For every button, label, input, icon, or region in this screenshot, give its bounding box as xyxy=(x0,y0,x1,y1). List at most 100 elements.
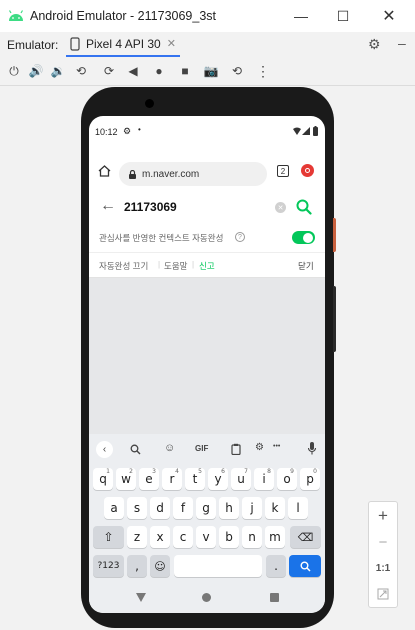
search-input[interactable]: 21173069 xyxy=(124,200,177,214)
snapshot-icon[interactable]: ⟲ xyxy=(229,63,245,79)
zoom-ratio-button[interactable]: 1:1 xyxy=(369,556,397,580)
power-icon[interactable]: ⏻ xyxy=(6,63,22,79)
overview-icon[interactable]: ■ xyxy=(177,63,193,79)
keyboard-collapse-icon[interactable]: ‹ xyxy=(96,441,113,458)
settings-icon[interactable]: ⚙ xyxy=(255,442,264,453)
emulator-tab-row: Emulator: Pixel 4 API 30 ✕ ⚙ – xyxy=(0,32,415,57)
divider: | xyxy=(192,260,195,269)
key-label: l xyxy=(296,501,300,515)
camera-icon[interactable]: 📷 xyxy=(203,63,219,79)
key-m[interactable]: m xyxy=(265,526,285,548)
key-t[interactable]: t5 xyxy=(185,468,205,490)
key-a[interactable]: a xyxy=(104,497,124,519)
key-label: b xyxy=(225,530,233,544)
emoji-key[interactable]: ☺ xyxy=(150,555,170,577)
help-question-icon[interactable]: ? xyxy=(235,232,245,242)
autocomplete-off-link[interactable]: 자동완성 끄기 xyxy=(99,260,148,272)
fit-screen-icon[interactable] xyxy=(369,582,397,606)
signal-icon xyxy=(302,127,310,135)
maximize-button[interactable]: ☐ xyxy=(320,0,366,32)
kb-search-icon[interactable] xyxy=(130,444,141,455)
key-label: z xyxy=(133,530,141,544)
back-icon[interactable]: ◀ xyxy=(125,63,141,79)
volume-down-icon[interactable]: 🔉 xyxy=(50,63,66,79)
autocomplete-option-row: 관심사를 반영한 컨텍스트 자동완성 ? xyxy=(89,226,325,252)
clipboard-icon[interactable] xyxy=(231,443,241,455)
clear-search-icon[interactable]: ✕ xyxy=(275,202,286,213)
key-label: m xyxy=(269,530,281,544)
home-icon[interactable] xyxy=(98,165,111,177)
minimize-button[interactable]: — xyxy=(278,0,324,32)
key-s[interactable]: s xyxy=(127,497,147,519)
key-x[interactable]: x xyxy=(150,526,170,548)
key-hint: 2 xyxy=(129,468,133,475)
key-c[interactable]: c xyxy=(173,526,193,548)
report-link[interactable]: 신고 xyxy=(199,260,215,272)
key-label: c xyxy=(179,530,187,544)
key-h[interactable]: h xyxy=(219,497,239,519)
nav-back-icon[interactable] xyxy=(136,593,146,602)
search-icon[interactable] xyxy=(296,199,312,215)
key-d[interactable]: d xyxy=(150,497,170,519)
key-b[interactable]: b xyxy=(219,526,239,548)
key-o[interactable]: o9 xyxy=(277,468,297,490)
settings-gear-icon[interactable]: ⚙ xyxy=(368,36,381,53)
emoji-sticker-icon[interactable]: ☺ xyxy=(164,442,175,454)
key-label: x xyxy=(156,530,164,544)
space-key[interactable] xyxy=(174,555,262,577)
android-logo-icon xyxy=(8,10,24,21)
search-action-key[interactable] xyxy=(289,555,321,577)
key-f[interactable]: f xyxy=(173,497,193,519)
key-p[interactable]: p0 xyxy=(300,468,320,490)
tab-count: 2 xyxy=(280,166,286,176)
tab-count-button[interactable]: 2 xyxy=(277,165,289,177)
gif-button[interactable]: GIF xyxy=(195,444,208,453)
url-field[interactable]: m.naver.com xyxy=(119,162,267,186)
phone-screen: 10:12 ⚙ • 2 m.naver.com ← 21173069 ✕ 관심사… xyxy=(89,116,325,613)
key-k[interactable]: k xyxy=(265,497,285,519)
nav-home-icon[interactable] xyxy=(202,593,211,602)
key-q[interactable]: q1 xyxy=(93,468,113,490)
nav-recents-icon[interactable] xyxy=(270,593,279,602)
comma-key[interactable]: , xyxy=(127,555,147,577)
close-link[interactable]: 닫기 xyxy=(298,260,314,272)
back-arrow-icon[interactable]: ← xyxy=(100,197,116,215)
power-button xyxy=(333,218,336,252)
minimize-panel-icon[interactable]: – xyxy=(398,35,406,51)
close-window-button[interactable]: ✕ xyxy=(366,0,412,32)
more-options-icon[interactable]: ⋮ xyxy=(255,63,271,79)
backspace-key[interactable]: ⌫ xyxy=(290,526,321,548)
symbols-key[interactable]: ?123 xyxy=(93,555,124,577)
key-v[interactable]: v xyxy=(196,526,216,548)
more-icon[interactable]: ••• xyxy=(273,443,280,450)
window-titlebar: Android Emulator - 21173069_3st — ☐ ✕ xyxy=(0,0,415,32)
rotate-left-icon[interactable]: ⟲ xyxy=(73,63,89,79)
home-icon[interactable]: ● xyxy=(151,63,167,79)
key-y[interactable]: y6 xyxy=(208,468,228,490)
key-hint: 3 xyxy=(152,468,156,475)
period-key[interactable]: . xyxy=(266,555,286,577)
key-u[interactable]: u7 xyxy=(231,468,251,490)
help-link[interactable]: 도움말 xyxy=(164,260,187,272)
key-g[interactable]: g xyxy=(196,497,216,519)
rotate-right-icon[interactable]: ⟳ xyxy=(101,63,117,79)
shift-key[interactable]: ⇧ xyxy=(93,526,124,548)
key-e[interactable]: e3 xyxy=(139,468,159,490)
key-label: d xyxy=(156,501,164,515)
key-i[interactable]: i8 xyxy=(254,468,274,490)
close-tab-icon[interactable]: ✕ xyxy=(167,37,176,50)
key-r[interactable]: r4 xyxy=(162,468,182,490)
key-z[interactable]: z xyxy=(127,526,147,548)
autocomplete-toggle[interactable] xyxy=(292,231,315,244)
zoom-in-button[interactable]: + xyxy=(369,504,397,528)
zoom-out-button[interactable]: − xyxy=(369,530,397,554)
record-icon[interactable] xyxy=(301,164,314,177)
volume-up-icon[interactable]: 🔊 xyxy=(28,63,44,79)
key-l[interactable]: l xyxy=(288,497,308,519)
device-tab[interactable]: Pixel 4 API 30 ✕ xyxy=(66,32,180,57)
key-w[interactable]: w2 xyxy=(116,468,136,490)
microphone-icon[interactable] xyxy=(308,442,316,455)
wifi-icon xyxy=(293,127,301,135)
key-j[interactable]: j xyxy=(242,497,262,519)
key-n[interactable]: n xyxy=(242,526,262,548)
